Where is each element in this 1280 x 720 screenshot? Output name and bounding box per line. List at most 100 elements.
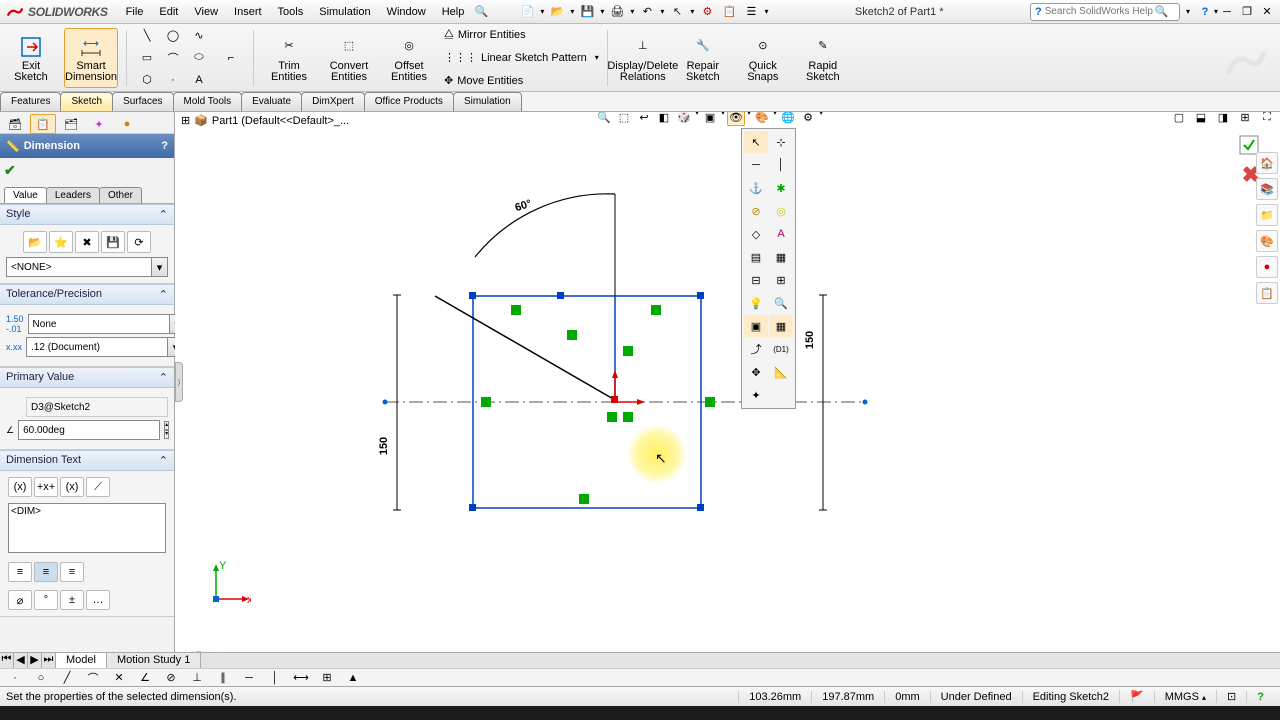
undo-icon[interactable]: ↶: [638, 3, 656, 21]
file-explorer-icon[interactable]: 📁: [1256, 204, 1278, 226]
settings-icon[interactable]: ☰: [742, 3, 760, 21]
dimension-text-section-header[interactable]: Dimension Text⌃: [0, 450, 174, 471]
offset-entities-button[interactable]: ◎Offset Entities: [382, 28, 436, 88]
convert-entities-button[interactable]: ⬚Convert Entities: [322, 28, 376, 88]
spin-down-icon[interactable]: ▾: [164, 430, 169, 439]
point-icon[interactable]: ·: [161, 70, 185, 90]
mirror-entities-button[interactable]: ⧋Mirror Entities: [444, 25, 599, 45]
tolerance-section-header[interactable]: Tolerance/Precision⌃: [0, 284, 174, 305]
view-settings-icon[interactable]: ⚙: [799, 112, 817, 126]
circle-icon[interactable]: ◯: [161, 26, 185, 46]
tab-model[interactable]: Model: [56, 653, 107, 668]
menu-view[interactable]: View: [186, 3, 226, 21]
smart-dimension-button[interactable]: ⟷ Smart Dimension: [64, 28, 118, 88]
pm-tab-property-icon[interactable]: 📋: [30, 114, 56, 134]
resources-icon[interactable]: 🏠: [1256, 152, 1278, 174]
status-help-icon[interactable]: ?: [1246, 691, 1274, 703]
auto-solve-icon[interactable]: ▦: [769, 315, 793, 337]
text-link-icon[interactable]: ⟋: [86, 477, 110, 497]
open-icon[interactable]: 📂: [548, 3, 566, 21]
arc-icon[interactable]: ⌒: [161, 48, 185, 68]
status-flag-icon[interactable]: 🚩: [1119, 690, 1154, 703]
text-center-icon[interactable]: +x+: [34, 477, 58, 497]
tab-surfaces[interactable]: Surfaces: [112, 92, 173, 111]
right-dimension[interactable]: 150: [804, 331, 816, 349]
style-section-header[interactable]: Style⌃: [0, 204, 174, 225]
tab-last-icon[interactable]: ⏭: [42, 653, 56, 668]
rapid-sketch-button[interactable]: ✎Rapid Sketch: [796, 28, 850, 88]
panel-expand-handle[interactable]: ⟩: [175, 362, 183, 402]
viewport-two-v-icon[interactable]: ◨: [1214, 112, 1232, 126]
minimize-icon[interactable]: ─: [1218, 3, 1236, 21]
tab-sketch[interactable]: Sketch: [60, 92, 113, 111]
sk-arc-icon[interactable]: ⌒: [84, 670, 102, 686]
style-add-icon[interactable]: ⭐: [49, 231, 73, 253]
left-dimension[interactable]: 150: [378, 437, 390, 455]
print-icon[interactable]: 🖨: [608, 3, 626, 21]
section-view-icon[interactable]: ◧: [655, 112, 673, 126]
subtab-other[interactable]: Other: [99, 187, 142, 203]
trim-entities-button[interactable]: ✂Trim Entities: [262, 28, 316, 88]
search-go-icon[interactable]: 🔍: [1155, 5, 1169, 18]
style-update-icon[interactable]: ⟳: [127, 231, 151, 253]
dimension-value-field[interactable]: [18, 420, 160, 440]
symbol-diameter-icon[interactable]: ⌀: [8, 590, 32, 610]
menu-tools[interactable]: Tools: [270, 3, 312, 21]
menu-window[interactable]: Window: [379, 3, 434, 21]
view-orientation-icon[interactable]: 🎲: [675, 112, 693, 126]
pm-help-icon[interactable]: ?: [161, 140, 168, 152]
quick-snaps-button[interactable]: ⊙Quick Snaps: [736, 28, 790, 88]
sk-point-icon[interactable]: ·: [6, 670, 24, 686]
edit-appearance-icon[interactable]: 🎨: [753, 112, 771, 126]
dimension-text-area[interactable]: [8, 503, 166, 553]
exit-icon[interactable]: ✦: [744, 384, 768, 406]
pm-tab-display-icon[interactable]: ●: [114, 114, 140, 134]
sk-vert-icon[interactable]: │: [266, 670, 284, 686]
detach-icon[interactable]: ⤴: [744, 338, 768, 360]
new-icon[interactable]: 📄: [518, 3, 536, 21]
select-icon[interactable]: ↖: [668, 3, 686, 21]
help-search-input[interactable]: [1045, 6, 1155, 17]
tolerance-type-select[interactable]: [28, 314, 170, 334]
vertical-rel-icon[interactable]: │: [769, 154, 793, 176]
text-prefix-icon[interactable]: (x): [8, 477, 32, 497]
tab-prev-icon[interactable]: ◀: [14, 653, 28, 668]
menu-help[interactable]: Help: [434, 3, 473, 21]
fillet-icon[interactable]: ⌐: [217, 30, 245, 86]
status-rebuild-icon[interactable]: ⊡: [1216, 690, 1246, 703]
tab-first-icon[interactable]: ⏮: [0, 653, 14, 668]
merge-icon[interactable]: ✱: [769, 177, 793, 199]
tree-expand-icon[interactable]: ⊞: [181, 114, 190, 127]
move-entities-button[interactable]: ✥Move Entities: [444, 71, 599, 91]
menu-simulation[interactable]: Simulation: [311, 3, 378, 21]
save-icon[interactable]: 💾: [578, 3, 596, 21]
full-screen-icon[interactable]: ⛶: [1258, 112, 1276, 126]
dimension-name-field[interactable]: [26, 397, 168, 417]
tab-simulation[interactable]: Simulation: [453, 92, 522, 111]
equal-rel-icon[interactable]: ▦: [769, 246, 793, 268]
sk-parallel-icon[interactable]: ∥: [214, 670, 232, 686]
tangent-rel-icon[interactable]: ⊘: [744, 200, 768, 222]
precision-select[interactable]: [26, 337, 168, 357]
previous-view-icon[interactable]: ↩: [635, 112, 653, 126]
search-icon[interactable]: 🔍: [472, 3, 490, 21]
ellipse-icon[interactable]: ⬭: [187, 48, 211, 68]
sk-dim-icon[interactable]: ⟷: [292, 670, 310, 686]
viewport-four-icon[interactable]: ⊞: [1236, 112, 1254, 126]
move-rel-icon[interactable]: ✥: [744, 361, 768, 383]
horizontal-rel-icon[interactable]: ─: [744, 154, 768, 176]
help-icon[interactable]: ?: [1196, 3, 1214, 21]
sk-angle-icon[interactable]: ∠: [136, 670, 154, 686]
measure-icon[interactable]: 📐: [769, 361, 793, 383]
justify-center-icon[interactable]: ≡: [34, 562, 58, 582]
close-icon[interactable]: ✕: [1258, 3, 1276, 21]
sk-horiz-icon[interactable]: ─: [240, 670, 258, 686]
fully-define-icon[interactable]: 🔍: [769, 292, 793, 314]
linear-pattern-button[interactable]: ⋮⋮⋮Linear Sketch Pattern▾: [444, 48, 599, 68]
spin-up-icon[interactable]: ▴: [164, 421, 169, 430]
collinear-rel-icon[interactable]: ⊟: [744, 269, 768, 291]
symbol-more-icon[interactable]: …: [86, 590, 110, 610]
tab-motion-study[interactable]: Motion Study 1: [107, 653, 201, 668]
style-save-icon[interactable]: 💾: [101, 231, 125, 253]
sk-cancel-icon[interactable]: ✕: [110, 670, 128, 686]
